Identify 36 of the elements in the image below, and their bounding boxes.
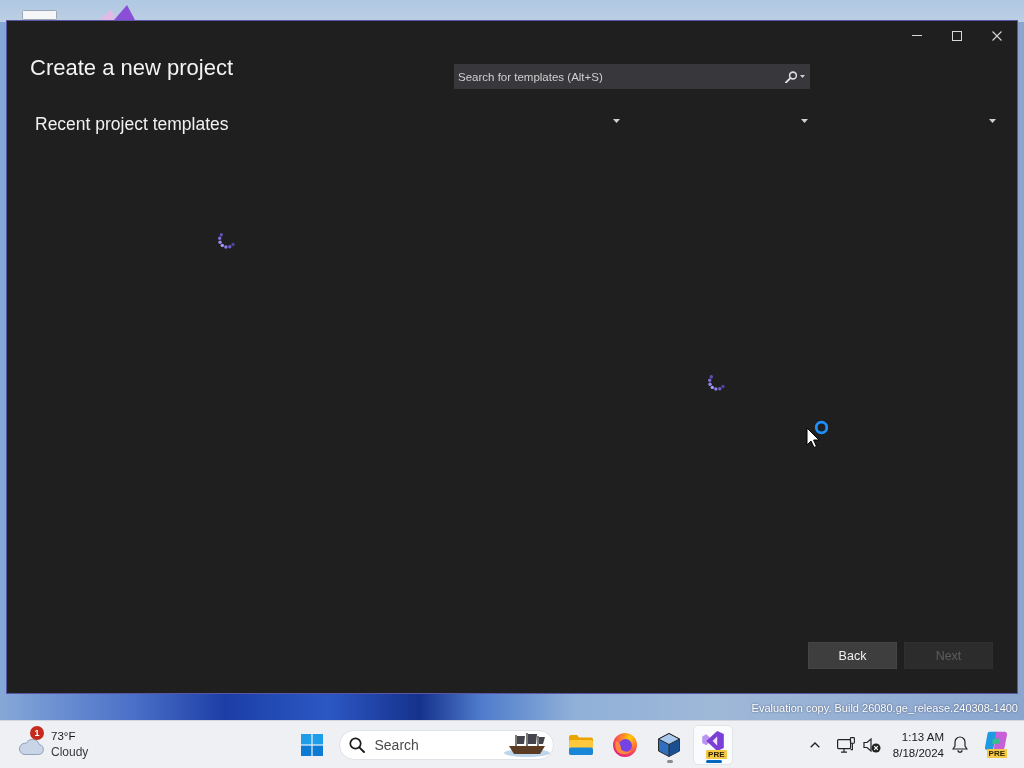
caret-icon[interactable] — [801, 119, 808, 123]
temperature-text[interactable]: 73°F — [51, 729, 89, 744]
search-icon[interactable] — [785, 70, 797, 83]
ribbon-icon[interactable] — [701, 730, 724, 751]
build-info-text: Evaluation copy. Build 26080.ge_release.240308-1400 — [751, 702, 1018, 714]
caret-icon[interactable] — [989, 119, 996, 123]
tray-button[interactable]: PRE — [980, 728, 1012, 761]
caret-icon[interactable] — [613, 119, 620, 123]
close-icon[interactable] — [992, 30, 1002, 41]
search-icon[interactable] — [348, 736, 365, 753]
taskbar-app-button[interactable]: PRE — [692, 724, 733, 765]
busy-cursor-icon — [806, 420, 828, 448]
browser-icon[interactable] — [612, 732, 637, 757]
folder-icon[interactable] — [568, 734, 593, 755]
bell-icon[interactable] — [952, 736, 968, 753]
swirl-logo-icon[interactable] — [985, 730, 1007, 751]
page-heading: Create a new project — [30, 54, 233, 82]
taskbar-search-bar[interactable]: Search — [338, 729, 554, 760]
desktop-shortcut-icon[interactable] — [100, 5, 135, 20]
windows-icon[interactable] — [300, 733, 323, 756]
clock-time[interactable]: 1:13 AM — [901, 728, 944, 745]
cube-icon[interactable] — [657, 732, 680, 757]
speaker-muted-icon[interactable] — [862, 736, 881, 753]
back-button[interactable]: Back — [808, 642, 897, 669]
monitor-icon[interactable] — [836, 736, 855, 753]
preview-badge: PRE — [986, 749, 1007, 759]
maximize-icon[interactable] — [952, 30, 962, 41]
chevron-up-icon[interactable] — [809, 741, 820, 748]
notification-badge: 1 — [30, 726, 44, 740]
preview-badge: PRE — [706, 749, 727, 759]
ship-icon[interactable] — [503, 732, 550, 757]
taskbar-search-input[interactable]: Search — [364, 732, 504, 757]
caret-icon[interactable] — [800, 75, 805, 78]
clock-date[interactable]: 8/18/2024 — [892, 744, 944, 761]
section-heading: Recent project templates — [35, 113, 229, 136]
weather-condition-text[interactable]: Cloudy — [51, 744, 89, 760]
